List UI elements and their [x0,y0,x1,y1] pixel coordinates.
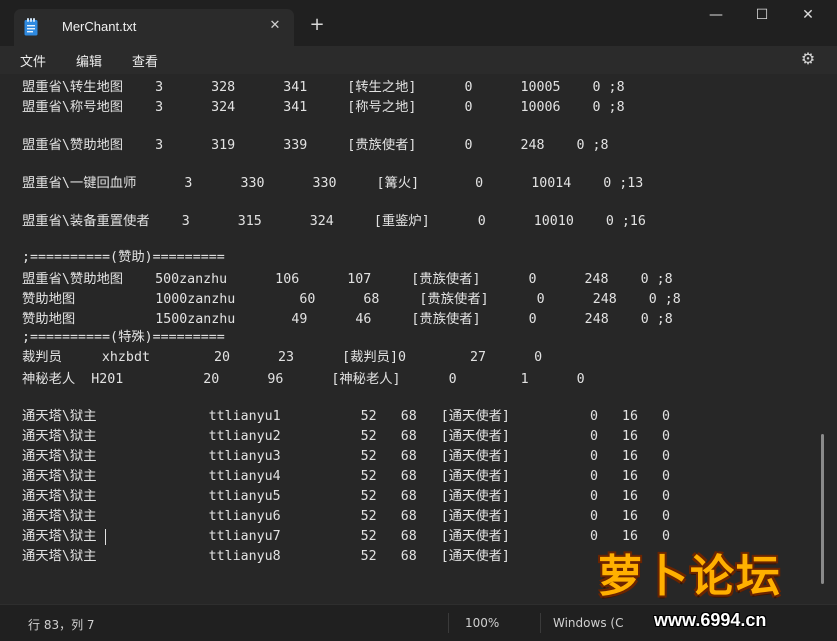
text-line: 赞助地图 1000zanzhu 60 68 [贵族使者] 0 248 0 ;8 [22,292,681,307]
status-divider [540,613,541,633]
text-line: ;==========(赞助)========= [22,250,225,265]
text-line: 盟重省\称号地图 3 324 341 [称号之地] 0 10006 0 ;8 [22,100,625,115]
text-line: 通天塔\狱主 ttlianyu7 52 68 [通天使者] 0 16 0 [22,529,671,544]
text-line: 通天塔\狱主 ttlianyu3 52 68 [通天使者] 0 16 0 [22,449,671,464]
status-divider [448,613,449,633]
text-line: ;==========(特殊)========= [22,330,225,345]
close-button[interactable]: ✕ [785,0,831,32]
menu-bar: 文件 编辑 查看 ⚙ [0,46,837,74]
text-editor[interactable]: 盟重省\转生地图 3 328 341 [转生之地] 0 10005 0 ;8 盟… [0,74,837,604]
text-line: 神秘老人 H201 20 96 [神秘老人] 0 1 0 [22,372,585,387]
minimize-button[interactable]: — [693,0,739,32]
tab-title: MerChant.txt [62,19,137,34]
text-line: 通天塔\狱主 ttlianyu5 52 68 [通天使者] 0 16 0 [22,489,671,504]
text-line: 盟重省\赞助地图 3 319 339 [贵族使者] 0 248 0 ;8 [22,138,609,153]
text-line: 通天塔\狱主 ttlianyu1 52 68 [通天使者] 0 16 0 [22,409,671,424]
text-line: 通天塔\狱主 ttlianyu8 52 68 [通天使者] [22,549,510,564]
menu-edit[interactable]: 编辑 [76,51,102,70]
text-line: 通天塔\狱主 ttlianyu2 52 68 [通天使者] 0 16 0 [22,429,671,444]
zoom-level: 100% [465,616,500,630]
menu-file[interactable]: 文件 [20,51,46,70]
tab-close-icon[interactable]: ✕ [264,15,286,37]
maximize-button[interactable]: ☐ [739,0,785,32]
watermark-logo: 萝卜论坛 [598,551,782,602]
text-line: 赞助地图 1500zanzhu 49 46 [贵族使者] 0 248 0 ;8 [22,312,673,327]
menu-view[interactable]: 查看 [132,51,158,70]
settings-gear-icon[interactable]: ⚙ [798,49,818,69]
text-line: 通天塔\狱主 ttlianyu4 52 68 [通天使者] 0 16 0 [22,469,671,484]
text-caret [105,529,106,545]
watermark-url: www.6994.cn [654,610,767,630]
new-tab-button[interactable]: + [306,14,328,36]
text-line: 盟重省\转生地图 3 328 341 [转生之地] 0 10005 0 ;8 [22,80,625,95]
text-line: 盟重省\一键回血师 3 330 330 [篝火] 0 10014 0 ;13 [22,176,644,191]
site-watermark: 萝卜论坛 www.6994.cn [588,536,828,636]
text-line: 盟重省\赞助地图 500zanzhu 106 107 [贵族使者] 0 248 … [22,272,673,287]
notepad-icon [24,18,38,36]
text-line: 通天塔\狱主 ttlianyu6 52 68 [通天使者] 0 16 0 [22,509,671,524]
title-bar: MerChant.txt ✕ + — ☐ ✕ [0,0,837,46]
cursor-position: 行 83，列 7 [28,618,95,632]
text-line: 盟重省\装备重置使者 3 315 324 [重鉴炉] 0 10010 0 ;16 [22,214,646,229]
text-line: 裁判员 xhzbdt 20 23 [裁判员]0 27 0 [22,350,543,365]
file-tab[interactable]: MerChant.txt ✕ [14,9,294,46]
